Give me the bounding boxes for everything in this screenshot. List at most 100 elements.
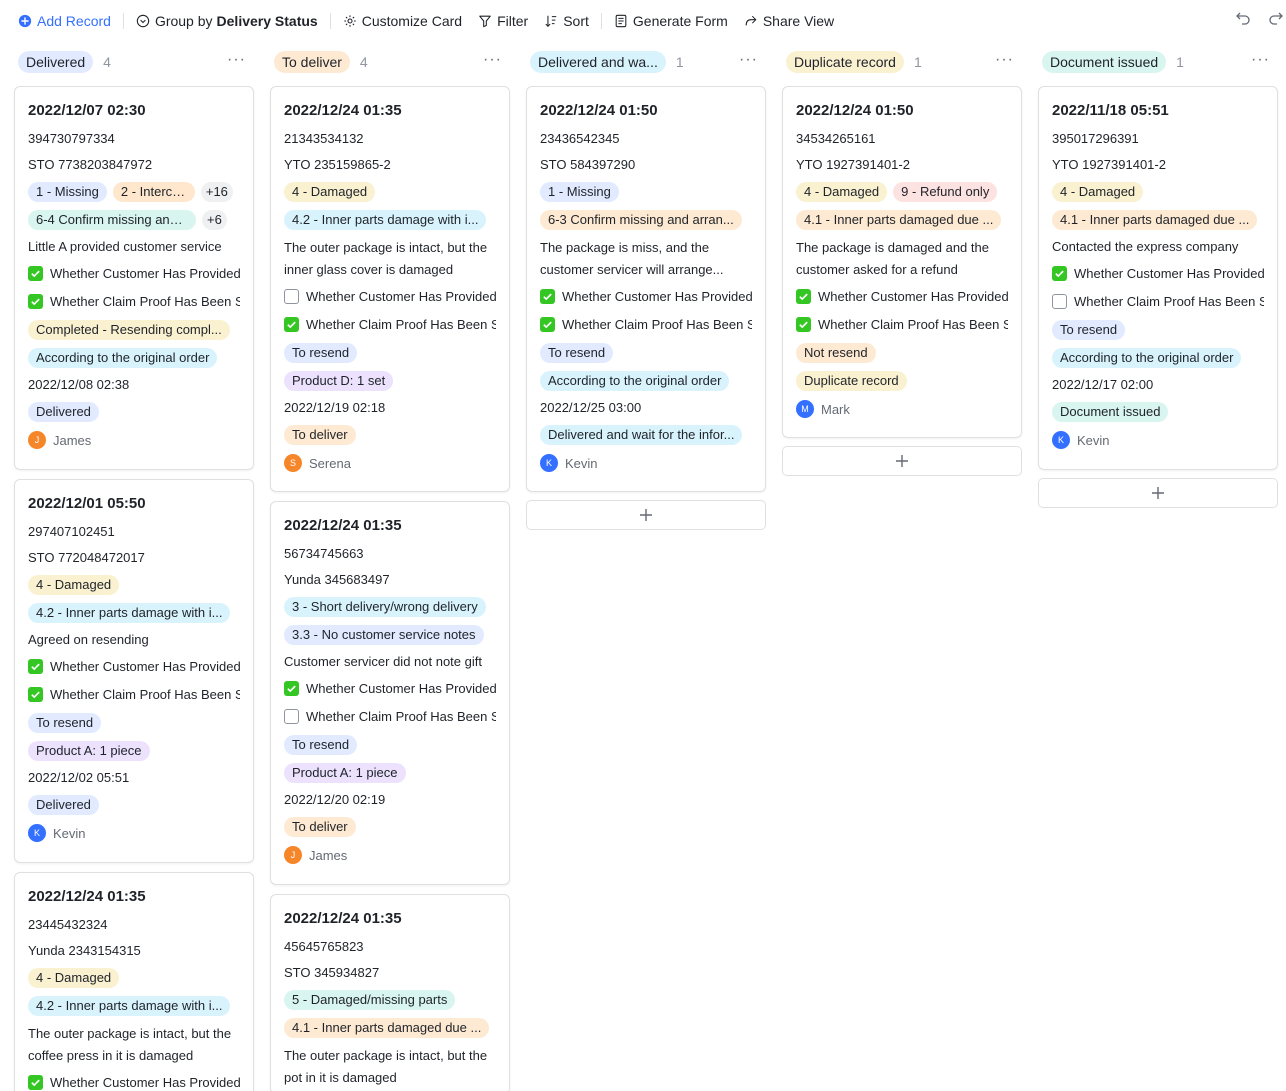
record-card[interactable]: 2022/12/24 01:35 23445432324 Yunda 23431…: [14, 872, 254, 1091]
checkbox-checked[interactable]: [28, 659, 43, 674]
checkbox-label: Whether Claim Proof Has Been Sent: [50, 294, 240, 309]
card-date: 2022/12/19 02:18: [284, 400, 386, 415]
card-tracking-number: Yunda 345683497: [284, 572, 390, 587]
record-card[interactable]: 2022/12/24 01:35 45645765823 STO 3459348…: [270, 894, 510, 1091]
tag: According to the original order: [1052, 347, 1242, 368]
share-view-label: Share View: [762, 13, 835, 29]
avatar: S: [284, 454, 302, 472]
record-card[interactable]: 2022/11/18 05:51 395017296391 YTO 192739…: [1038, 86, 1278, 470]
tag: 1 - Missing: [28, 181, 107, 202]
checkbox-checked[interactable]: [284, 681, 299, 696]
card-delivery-status: Delivered and wait for the infor...: [540, 424, 752, 445]
checkbox-label: Whether Claim Proof Has Been Sent: [1074, 294, 1264, 309]
record-card[interactable]: 2022/12/24 01:35 56734745663 Yunda 34568…: [270, 501, 510, 885]
group-by-button[interactable]: Group by Delivery Status: [128, 8, 326, 34]
column-title[interactable]: Document issued: [1042, 51, 1167, 73]
check-icon: [31, 1079, 40, 1087]
checkbox-label: Whether Claim Proof Has Been Sent: [50, 687, 240, 702]
filter-button[interactable]: Filter: [470, 8, 536, 34]
tag: 9 - Refund only: [893, 181, 998, 202]
card-note: Contacted the express company: [1052, 239, 1239, 254]
card-order-number: 34534265161: [796, 131, 876, 146]
card-handling-result: To resend: [284, 342, 496, 363]
card-resend-item: Product A: 1 piece: [28, 740, 240, 761]
checkbox-checked[interactable]: [540, 289, 555, 304]
card-order-number: 45645765823: [284, 939, 364, 954]
kanban-column-document-issued: Document issued 1 ··· 2022/11/18 05:51 3…: [1038, 44, 1278, 508]
check-icon: [31, 663, 40, 671]
group-by-prefix: Group by: [154, 13, 213, 29]
check-icon: [543, 293, 552, 301]
column-title[interactable]: Delivered: [18, 51, 94, 73]
card-order-number: 56734745663: [284, 546, 364, 561]
checkbox-label: Whether Customer Has Provided Proof: [562, 289, 752, 304]
card-checkbox-field: Whether Claim Proof Has Been Sent: [28, 291, 240, 312]
share-view-button[interactable]: Share View: [736, 8, 842, 34]
card-title: 2022/12/24 01:35: [284, 102, 402, 119]
column-more-button[interactable]: ···: [1251, 52, 1270, 68]
checkbox-checked[interactable]: [796, 289, 811, 304]
checkbox-checked[interactable]: [284, 317, 299, 332]
checkbox-checked[interactable]: [1052, 266, 1067, 281]
card-resend-item: According to the original order: [540, 370, 752, 391]
column-more-button[interactable]: ···: [483, 52, 502, 68]
card-resend-item: Product D: 1 set: [284, 370, 496, 391]
checkbox-checked[interactable]: [796, 317, 811, 332]
undo-button[interactable]: [1235, 10, 1251, 26]
card-checkbox-field: Whether Claim Proof Has Been Sent: [1052, 291, 1264, 312]
sort-button[interactable]: Sort: [536, 8, 597, 34]
tag: 4 - Damaged: [284, 181, 376, 202]
tag: Duplicate record: [796, 370, 907, 391]
generate-form-label: Generate Form: [632, 13, 728, 29]
card-title: 2022/12/24 01:50: [796, 102, 914, 119]
card-problem-subtype: 4.1 - Inner parts damaged due ...: [284, 1017, 496, 1038]
tag: Product D: 1 set: [284, 370, 394, 391]
checkbox-checked[interactable]: [540, 317, 555, 332]
add-card-button[interactable]: [782, 446, 1022, 476]
tag: 4 - Damaged: [1052, 181, 1144, 202]
record-card[interactable]: 2022/12/24 01:50 34534265161 YTO 1927391…: [782, 86, 1022, 438]
avatar: J: [284, 846, 302, 864]
column-title[interactable]: Delivered and wa...: [530, 51, 666, 73]
card-handling-result: Completed - Resending compl...: [28, 319, 240, 340]
card-checkbox-field: Whether Customer Has Provided Proof: [796, 286, 1008, 307]
checkbox-unchecked[interactable]: [284, 709, 299, 724]
checkbox-checked[interactable]: [28, 266, 43, 281]
column-more-button[interactable]: ···: [227, 52, 246, 68]
record-card[interactable]: 2022/12/24 01:35 21343534132 YTO 2351598…: [270, 86, 510, 492]
column-more-button[interactable]: ···: [995, 52, 1014, 68]
checkbox-checked[interactable]: [28, 687, 43, 702]
add-card-button[interactable]: [1038, 478, 1278, 508]
customize-card-button[interactable]: Customize Card: [335, 8, 470, 34]
tag: To resend: [28, 712, 102, 733]
card-problem-subtype: 4.1 - Inner parts damaged due ...: [796, 209, 1008, 230]
tag: 4.1 - Inner parts damaged due ...: [1052, 209, 1258, 230]
record-card[interactable]: 2022/12/24 01:50 23436542345 STO 5843972…: [526, 86, 766, 492]
column-more-button[interactable]: ···: [739, 52, 758, 68]
add-record-button[interactable]: Add Record: [18, 8, 119, 34]
column-title[interactable]: To deliver: [274, 51, 350, 73]
checkbox-checked[interactable]: [28, 1075, 43, 1090]
record-card[interactable]: 2022/12/07 02:30 394730797334 STO 773820…: [14, 86, 254, 470]
tag: According to the original order: [540, 370, 730, 391]
tag: 3.3 - No customer service notes: [284, 624, 484, 645]
redo-icon: [1269, 12, 1283, 25]
redo-button[interactable]: [1268, 10, 1284, 26]
owner-name: James: [309, 847, 348, 863]
column-header: Delivered 4 ···: [14, 44, 254, 80]
generate-form-button[interactable]: Generate Form: [606, 8, 736, 34]
checkbox-unchecked[interactable]: [284, 289, 299, 304]
check-icon: [1055, 270, 1064, 278]
card-title: 2022/12/24 01:35: [284, 910, 402, 927]
tag: To resend: [284, 342, 358, 363]
card-problem-subtype: 6-3 Confirm missing and arran...: [540, 209, 752, 230]
card-resend-item: Duplicate record: [796, 370, 1008, 391]
add-card-button[interactable]: [526, 500, 766, 530]
record-card[interactable]: 2022/12/01 05:50 297407102451 STO 772048…: [14, 479, 254, 863]
avatar: J: [28, 431, 46, 449]
checkbox-checked[interactable]: [28, 294, 43, 309]
checkbox-unchecked[interactable]: [1052, 294, 1067, 309]
column-title[interactable]: Duplicate record: [786, 51, 904, 73]
checkbox-label: Whether Claim Proof Has Been Sent: [818, 317, 1008, 332]
card-handling-result: To resend: [540, 342, 752, 363]
